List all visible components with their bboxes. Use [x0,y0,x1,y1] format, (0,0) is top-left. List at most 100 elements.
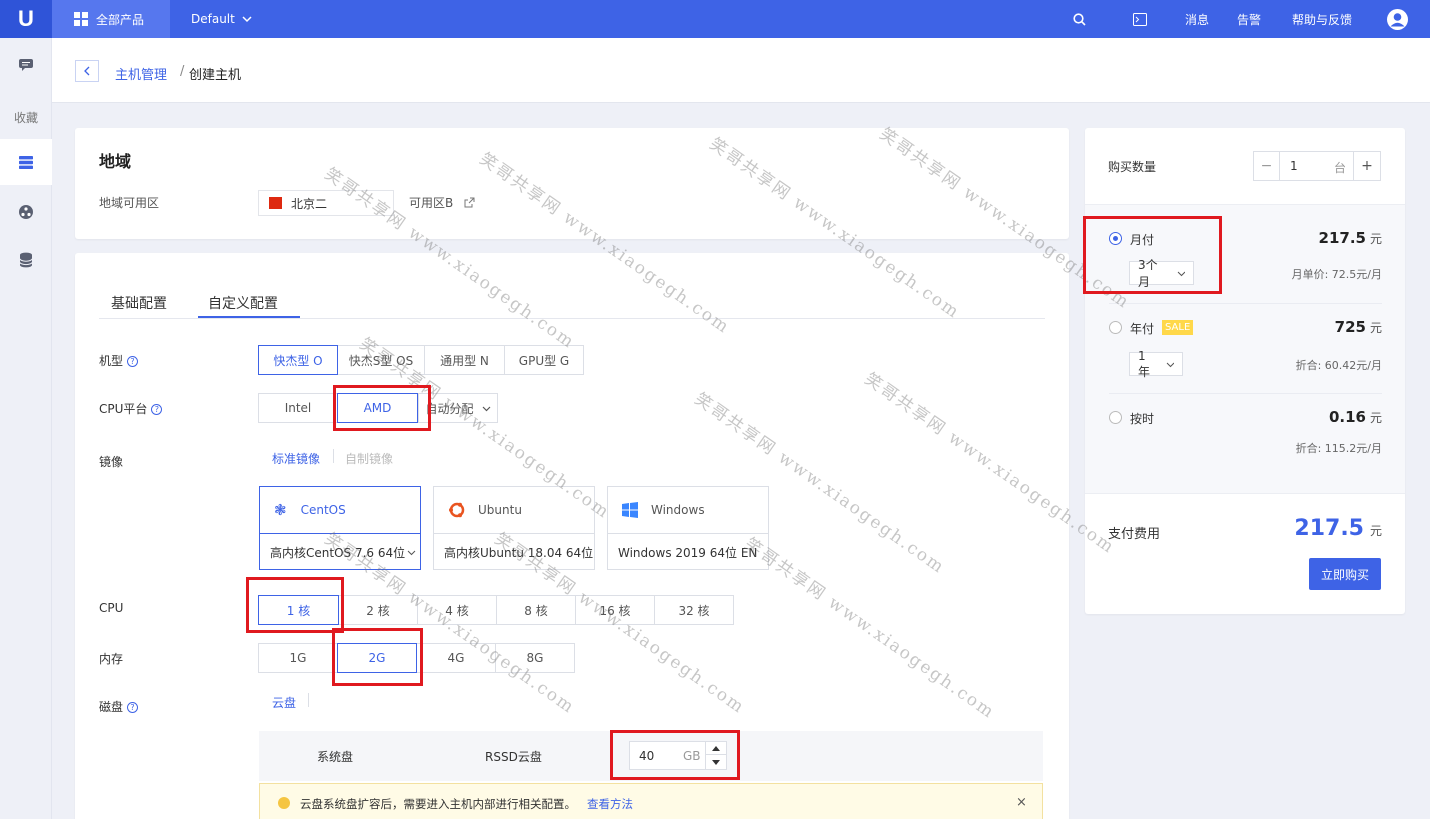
cpu-option-2[interactable]: 2 核 [338,595,418,625]
tab-standard-image[interactable]: 标准镜像 [272,450,320,467]
breadcrumb: 主机管理 / 创建主机 [52,38,1430,103]
memory-option-8g[interactable]: 8G [495,643,575,673]
sidebar-item-network[interactable] [0,189,52,235]
search-icon[interactable] [1073,0,1086,38]
machine-type-o[interactable]: 快杰型 O [258,345,338,375]
sidebar-item-hosts[interactable] [0,139,52,185]
cpu-platform-selector: Intel AMD 自动分配 [258,393,498,423]
memory-label: 内存 [99,652,124,666]
plus-icon[interactable]: + [1353,151,1381,181]
grid-icon [74,12,88,26]
page-title: 创建主机 [189,68,242,83]
all-products-button[interactable]: 全部产品 [52,0,170,38]
yearly-equivalent: 折合: 60.42元/月 [1295,359,1382,372]
project-selector[interactable]: Default [191,0,252,38]
machine-type-g[interactable]: GPU型 G [504,345,584,375]
stepper-down-icon[interactable] [705,755,726,769]
memory-option-4g[interactable]: 4G [416,643,496,673]
chevron-down-icon [407,550,416,555]
minus-icon[interactable]: − [1253,151,1280,181]
cpu-option-32[interactable]: 32 核 [654,595,734,625]
chevron-down-icon [1177,271,1185,276]
terminal-icon[interactable] [1133,0,1147,38]
sidebar-item-messages[interactable] [0,42,52,88]
sidebar-item-favorites[interactable]: 收藏 [0,94,52,140]
disk-label: 磁盘? [99,698,139,715]
logo[interactable]: U [0,0,52,38]
radio-yearly[interactable] [1109,321,1122,334]
quantity-label: 购买数量 [1108,160,1157,174]
zone-name: 可用区B [409,196,454,210]
disk-notice: 云盘系统盘扩容后，需要进入主机内部进行相关配置。 查看方法 × [259,783,1043,819]
disk-size-input[interactable]: 40 [639,749,654,763]
breadcrumb-separator: / [180,64,185,79]
os-name: Windows [651,503,705,517]
os-card-ubuntu[interactable]: Ubuntu 高内核Ubuntu 18.04 64位 [433,486,595,570]
cpu-platform-amd[interactable]: AMD [337,393,418,423]
tab-cloud-disk[interactable]: 云盘 [272,694,296,711]
help-feedback-link[interactable]: 帮助与反馈 [1292,0,1352,38]
cpu-option-1[interactable]: 1 核 [258,595,339,625]
buy-now-button[interactable]: 立即购买 [1309,558,1381,590]
monthly-period-select[interactable]: 3个月 [1129,258,1194,289]
quantity-value: 1 [1290,159,1298,173]
memory-option-1g[interactable]: 1G [258,643,338,673]
tab-custom-config[interactable]: 自定义配置 [208,293,278,313]
system-disk-label: 系统盘 [317,750,354,764]
memory-option-2g[interactable]: 2G [337,643,417,673]
all-products-label: 全部产品 [96,12,145,27]
alerts-link[interactable]: 告警 [1237,0,1261,38]
breadcrumb-parent-link[interactable]: 主机管理 [115,64,167,83]
windows-icon [622,502,638,518]
radio-monthly[interactable] [1109,232,1122,245]
disk-size-stepper[interactable]: 40 GB [629,741,727,770]
region-label: 地域可用区 [99,196,160,210]
region-card: 地域 地域可用区 北京二 可用区B [75,128,1069,239]
machine-type-n[interactable]: 通用型 N [424,345,505,375]
system-disk-row: 系统盘 RSSD云盘 40 GB [259,731,1043,781]
cpu-platform-auto-select[interactable]: 自动分配 [418,393,498,423]
radio-hourly[interactable] [1109,411,1122,424]
cpu-option-8[interactable]: 8 核 [496,595,576,625]
user-avatar-icon[interactable] [1387,0,1408,38]
sidebar: 收藏 [0,38,52,819]
os-card-windows[interactable]: Windows Windows 2019 64位 EN [607,486,769,570]
os-version-select[interactable]: 高内核CentOS 7.6 64位 [260,533,420,570]
china-flag-icon [269,197,282,209]
machine-type-os[interactable]: 快杰S型 OS [337,345,425,375]
os-name: Ubuntu [478,503,522,517]
sidebar-item-database[interactable] [0,237,52,283]
help-icon[interactable]: ? [127,702,139,713]
centos-icon: ❃ [274,501,287,519]
monthly-price: 217.5 元 [1318,229,1382,247]
help-icon[interactable]: ? [151,404,163,415]
yearly-label[interactable]: 年付 [1130,320,1154,337]
disk-size-unit: GB [683,749,701,763]
yearly-period-select[interactable]: 1年 [1129,349,1183,379]
hourly-label[interactable]: 按时 [1130,410,1154,427]
cpu-option-16[interactable]: 16 核 [575,595,655,625]
close-icon[interactable]: × [1016,795,1027,810]
tab-custom-image[interactable]: 自制镜像 [345,450,393,467]
os-card-centos[interactable]: ❃ CentOS 高内核CentOS 7.6 64位 [259,486,421,570]
back-button[interactable] [75,60,99,82]
zone-selector[interactable]: 可用区B [409,194,475,211]
os-version-select[interactable]: Windows 2019 64位 EN [608,533,768,570]
quantity-input[interactable]: 1 台 [1280,151,1353,181]
project-name: Default [191,12,235,26]
region-selector[interactable]: 北京二 [258,190,394,216]
os-version-select[interactable]: 高内核Ubuntu 18.04 64位 [434,533,594,570]
stepper-up-icon[interactable] [705,742,726,755]
cpu-option-4[interactable]: 4 核 [417,595,497,625]
tab-basic-config[interactable]: 基础配置 [111,293,167,313]
chevron-down-icon [482,406,490,411]
warning-icon [278,797,290,809]
cpu-platform-intel[interactable]: Intel [258,393,338,423]
external-link-icon [464,197,475,208]
notice-link[interactable]: 查看方法 [587,796,633,812]
monthly-unit-price: 月单价: 72.5元/月 [1291,268,1382,281]
help-icon[interactable]: ? [127,356,139,367]
monthly-label[interactable]: 月付 [1130,231,1154,248]
chevron-down-icon [242,16,252,23]
messages-link[interactable]: 消息 [1185,0,1209,38]
